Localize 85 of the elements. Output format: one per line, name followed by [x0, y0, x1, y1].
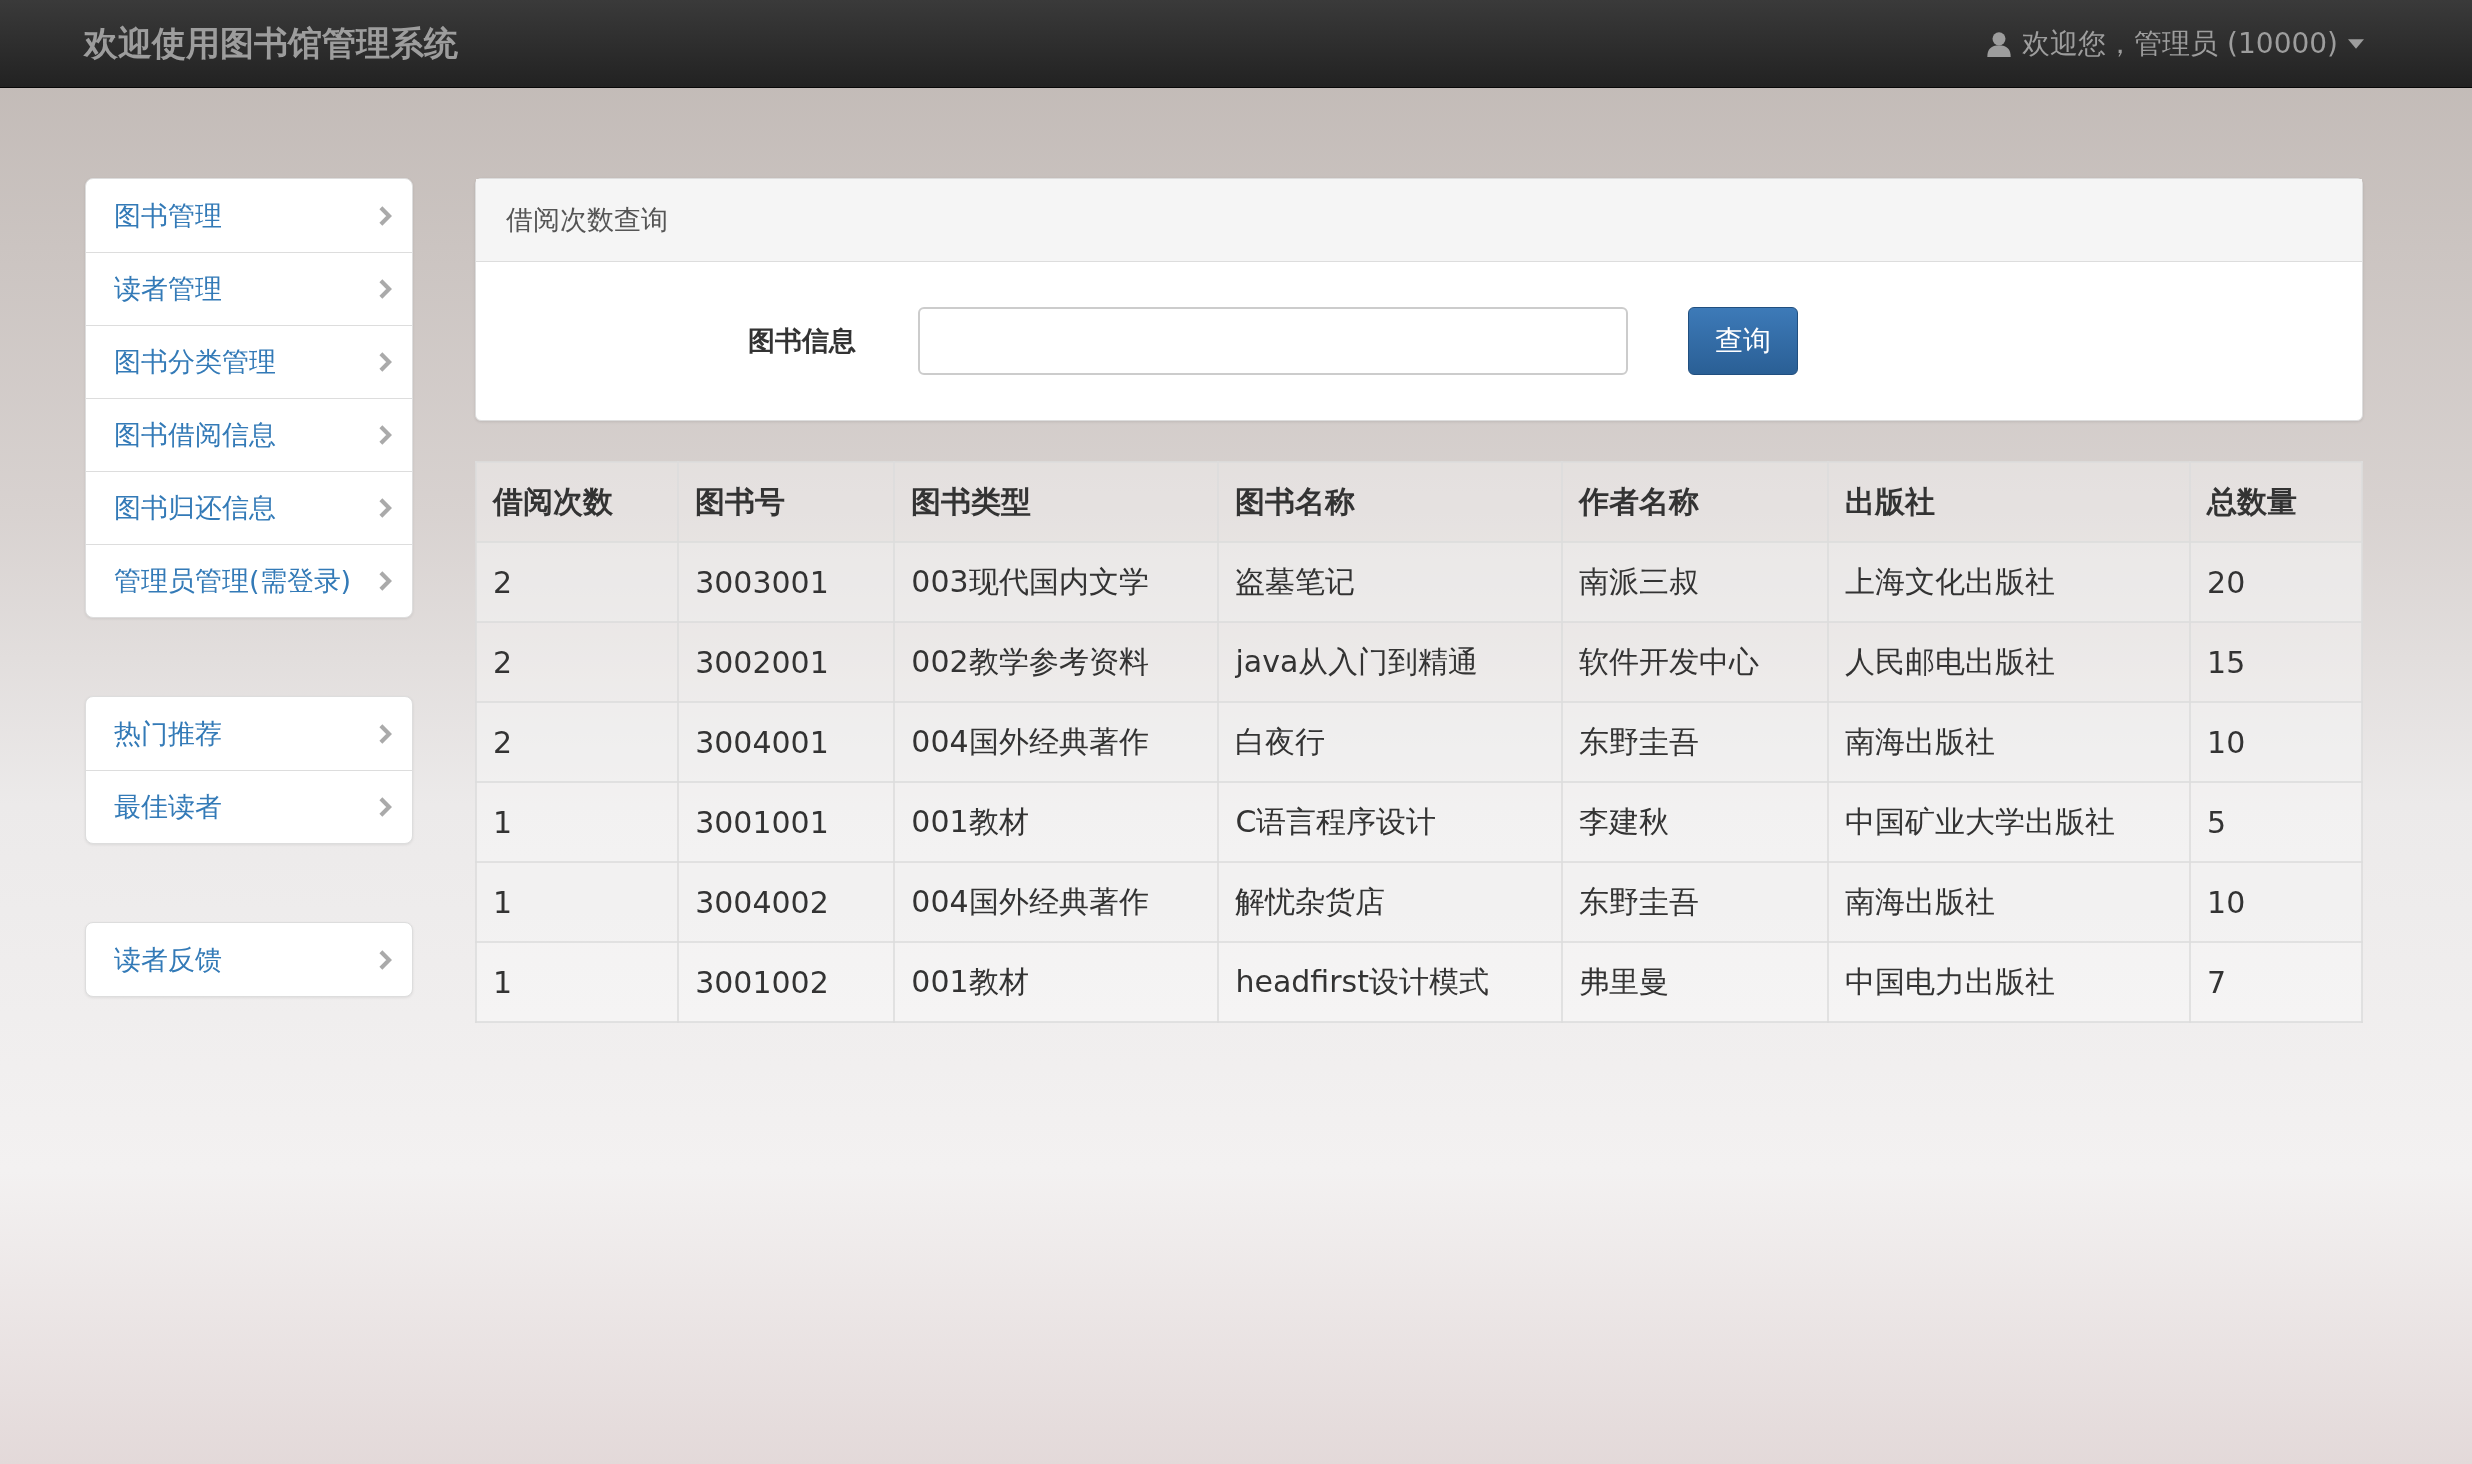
- table-cell: 3002001: [678, 622, 895, 702]
- chevron-right-icon: [378, 278, 392, 300]
- table-cell: C语言程序设计: [1218, 782, 1562, 862]
- table-cell: 人民邮电出版社: [1828, 622, 2191, 702]
- table-cell: 003现代国内文学: [894, 542, 1219, 622]
- table-cell: 东野圭吾: [1561, 702, 1829, 782]
- table-cell: 李建秋: [1561, 782, 1829, 862]
- chevron-right-icon: [378, 351, 392, 373]
- table-cell: 解忧杂货店: [1218, 862, 1562, 942]
- table-cell: 中国电力出版社: [1828, 942, 2191, 1022]
- sidebar-item-label: 图书借阅信息: [114, 418, 276, 452]
- sidebar-item[interactable]: 读者反馈: [86, 923, 412, 996]
- sidebar-item-label: 热门推荐: [114, 716, 222, 751]
- column-header: 借阅次数: [476, 462, 679, 542]
- user-icon: [1986, 30, 2013, 57]
- table-cell: java从入门到精通: [1218, 622, 1562, 702]
- table-cell: 上海文化出版社: [1828, 542, 2191, 622]
- table-cell: 5: [2190, 782, 2362, 862]
- field-label: 图书信息: [748, 324, 857, 358]
- column-header: 出版社: [1828, 462, 2191, 542]
- table-cell: 2: [476, 622, 679, 702]
- chevron-right-icon: [378, 424, 392, 446]
- table-cell: 002教学参考资料: [894, 622, 1219, 702]
- search-field[interactable]: [918, 307, 1628, 375]
- table-cell: 1: [476, 942, 679, 1022]
- panel-title: 借阅次数查询: [506, 203, 668, 237]
- table-cell: 2: [476, 702, 679, 782]
- table-cell: 南派三叔: [1561, 542, 1829, 622]
- sidebar-item[interactable]: 读者管理: [86, 252, 412, 325]
- table-cell: 3003001: [678, 542, 895, 622]
- table-cell: 软件开发中心: [1561, 622, 1829, 702]
- table-cell: 10: [2190, 702, 2362, 782]
- chevron-right-icon: [378, 722, 392, 745]
- table-cell: 2: [476, 542, 679, 622]
- chevron-right-icon: [378, 948, 392, 971]
- table-cell: 1: [476, 782, 679, 862]
- table-cell: 中国矿业大学出版社: [1828, 782, 2191, 862]
- table-cell: 白夜行: [1218, 702, 1562, 782]
- table-cell: 南海出版社: [1828, 862, 2191, 942]
- table-cell: 7: [2190, 942, 2362, 1022]
- sidebar-item[interactable]: 图书归还信息: [86, 471, 412, 544]
- sidebar-item[interactable]: 图书管理: [86, 179, 412, 252]
- sidebar-item[interactable]: 图书分类管理: [86, 325, 412, 398]
- column-header: 图书名称: [1218, 462, 1562, 542]
- column-header: 作者名称: [1561, 462, 1829, 542]
- table-cell: 1: [476, 862, 679, 942]
- table-cell: 20: [2190, 542, 2362, 622]
- sidebar-item-label: 图书归还信息: [114, 491, 276, 525]
- sidebar-item-label: 读者反馈: [114, 942, 222, 977]
- sidebar-item-label: 图书分类管理: [114, 345, 276, 379]
- table-cell: 004国外经典著作: [894, 702, 1219, 782]
- table-cell: 弗里曼: [1561, 942, 1829, 1022]
- caret-icon: [2348, 38, 2364, 49]
- table-cell: 3004001: [678, 702, 895, 782]
- user-menu-label: 欢迎您，管理员 (10000): [2022, 25, 2338, 62]
- sidebar-item[interactable]: 最佳读者: [86, 770, 412, 843]
- table-cell: 10: [2190, 862, 2362, 942]
- table-cell: 3001001: [678, 782, 895, 862]
- column-header: 图书类型: [894, 462, 1219, 542]
- chevron-right-icon: [378, 570, 392, 592]
- sidebar-item-label: 管理员管理(需登录): [114, 564, 352, 598]
- user-menu[interactable]: 欢迎您，管理员 (10000): [1986, 24, 2364, 63]
- column-header: 图书号: [678, 462, 895, 542]
- sidebar-item-label: 最佳读者: [114, 790, 222, 824]
- table-cell: 004国外经典著作: [894, 862, 1219, 942]
- chevron-right-icon: [378, 204, 392, 227]
- sidebar-item[interactable]: 图书借阅信息: [86, 398, 412, 471]
- search-button[interactable]: 查询: [1688, 307, 1798, 375]
- sidebar-item-label: 读者管理: [114, 272, 222, 306]
- table-cell: 001教材: [894, 942, 1219, 1022]
- sidebar-item[interactable]: 管理员管理(需登录): [86, 544, 412, 617]
- column-header: 总数量: [2190, 462, 2362, 542]
- table-cell: headfirst设计模式: [1218, 942, 1562, 1022]
- table-cell: 3004002: [678, 862, 895, 942]
- table-cell: 盗墓笔记: [1218, 542, 1562, 622]
- table-cell: 001教材: [894, 782, 1219, 862]
- table-cell: 东野圭吾: [1561, 862, 1829, 942]
- table-cell: 3001002: [678, 942, 895, 1022]
- sidebar-item-label: 图书管理: [114, 198, 222, 233]
- app-title[interactable]: 欢迎使用图书馆管理系统: [84, 20, 458, 67]
- table-cell: 南海出版社: [1828, 702, 2191, 782]
- table-cell: 15: [2190, 622, 2362, 702]
- chevron-right-icon: [378, 497, 392, 519]
- chevron-right-icon: [378, 796, 392, 818]
- sidebar-item[interactable]: 热门推荐: [86, 697, 412, 770]
